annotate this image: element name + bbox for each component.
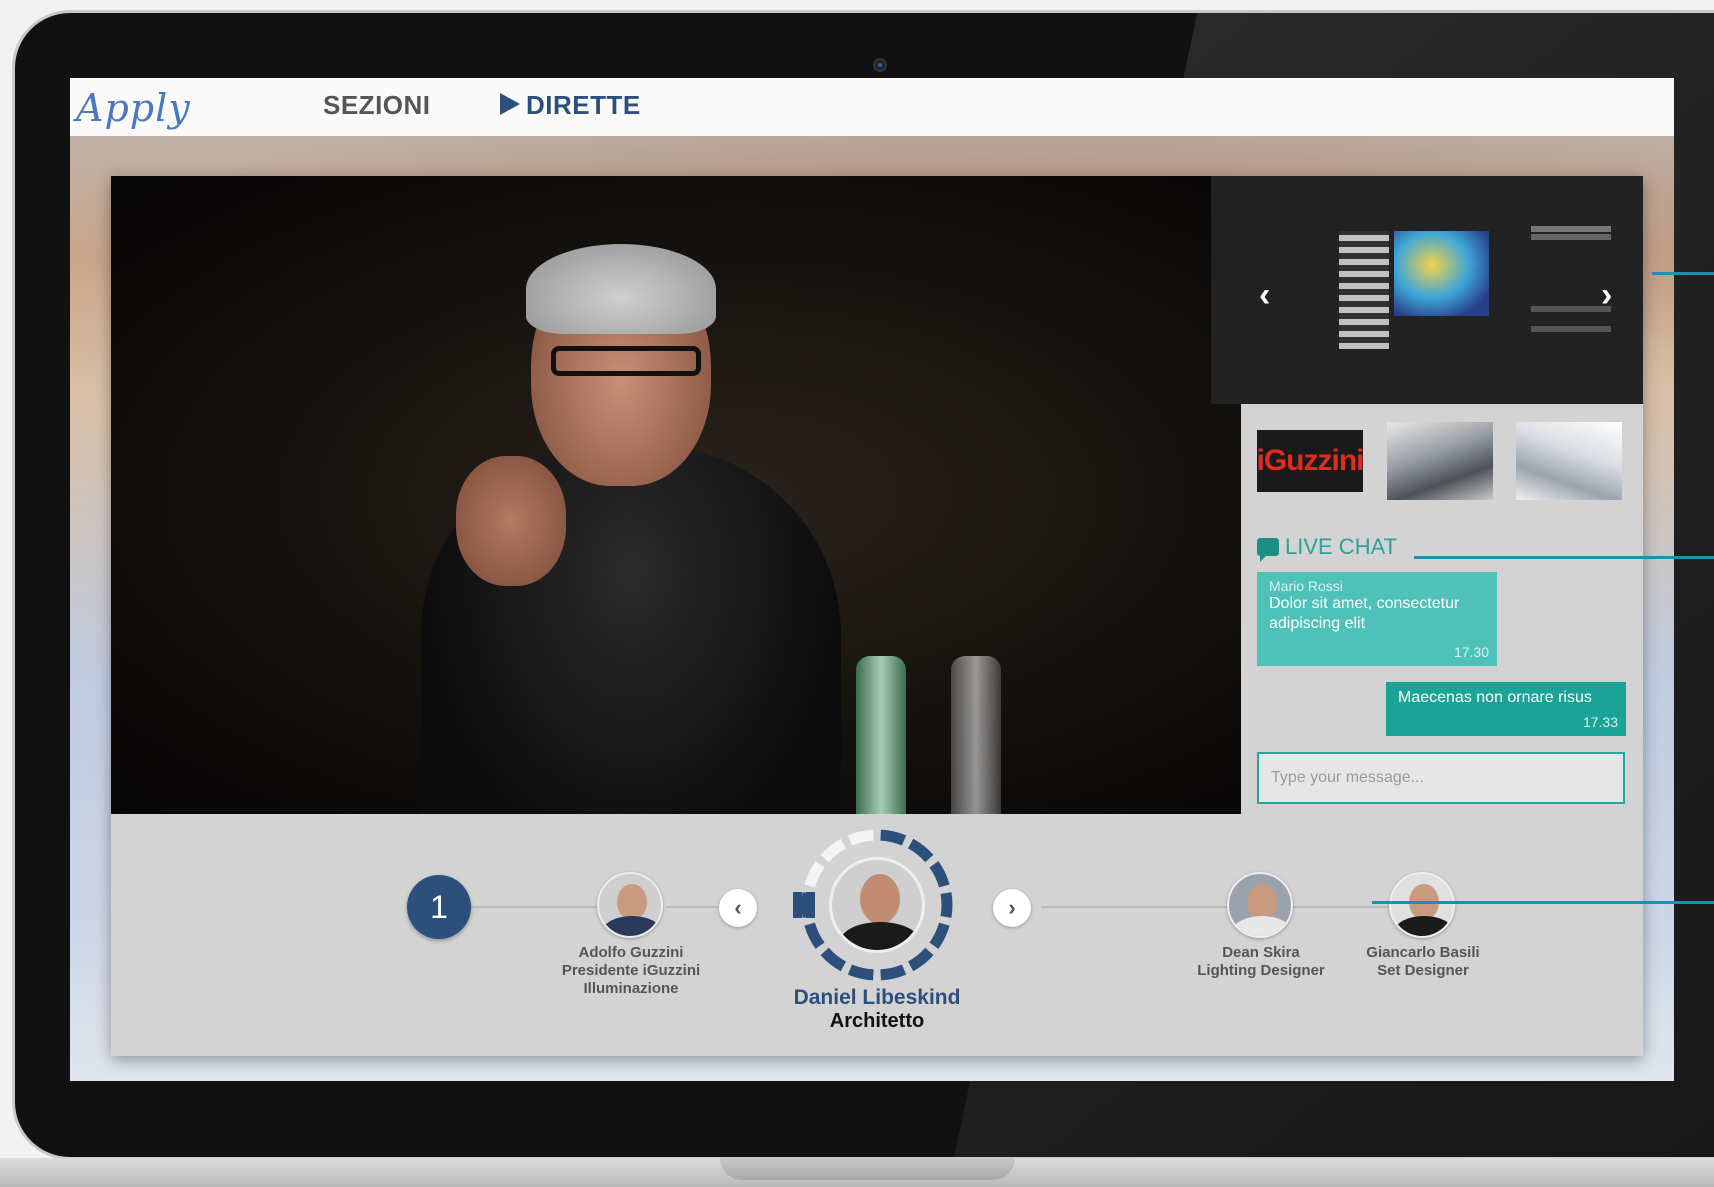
chat-message-incoming: Mario Rossi Dolor sit amet, consectetur … <box>1257 572 1497 666</box>
progress-segment <box>801 892 814 918</box>
speaker-hand <box>456 456 566 586</box>
progress-segment <box>880 964 907 981</box>
video-speaker-image <box>361 226 881 814</box>
live-panel: ‹ › iGuzzini LIVE CHAT Mario Rossi Dolor… <box>111 176 1643 1056</box>
sponsors-row: iGuzzini <box>1241 404 1643 524</box>
speaker-hair <box>526 244 716 334</box>
chat-header: LIVE CHAT <box>1257 534 1398 562</box>
step-badge: 1 <box>407 875 471 939</box>
progress-segment <box>820 947 847 972</box>
screen: Apply SEZIONI DIRETTE ‹ › iGuzzini LIVE … <box>70 78 1674 1081</box>
webcam-icon <box>873 58 887 72</box>
progress-segment <box>907 947 934 972</box>
speaker-name: Giancarlo Basili <box>1366 944 1480 961</box>
progress-segment <box>929 922 950 949</box>
chat-message-text: Dolor sit amet, consectetur adipiscing e… <box>1269 595 1460 632</box>
speaker-role: Presidente iGuzzini Illuminazione <box>561 962 701 997</box>
chevron-right-icon[interactable]: › <box>1601 276 1612 315</box>
avatar-face <box>860 874 900 924</box>
nav-dirette-label: DIRETTE <box>526 90 641 120</box>
water-bottle <box>951 656 1001 814</box>
avatar-face <box>1247 884 1277 920</box>
slide-3d-image <box>1394 231 1489 316</box>
progress-segment <box>847 964 874 981</box>
progress-segment <box>907 838 934 863</box>
laptop-notch <box>720 1158 1015 1180</box>
chat-message-text: Maecenas non ornare risus <box>1398 689 1592 706</box>
next-speaker-button[interactable]: › <box>993 889 1031 927</box>
timeline-line <box>1291 906 1401 908</box>
slide-thumbnail[interactable] <box>1339 231 1489 349</box>
chat-message-input[interactable] <box>1257 752 1625 804</box>
avatar[interactable] <box>597 872 663 938</box>
progress-segment <box>940 892 953 918</box>
avatar-shirt <box>603 916 661 936</box>
sponsor-iguzzini-logo[interactable]: iGuzzini <box>1257 430 1365 492</box>
callout-line <box>1372 901 1714 904</box>
speaker-label: Adolfo Guzzini Presidente iGuzzini Illum… <box>531 944 731 998</box>
water-bottle <box>856 656 906 814</box>
avatar-face <box>617 884 647 920</box>
chevron-left-icon[interactable]: ‹ <box>1259 276 1270 315</box>
timeline-line <box>666 906 726 908</box>
current-speaker-name: Daniel Libeskind <box>793 986 961 1009</box>
current-speaker-role: Architetto <box>829 1010 925 1032</box>
speaker-name: Adolfo Guzzini <box>578 944 684 961</box>
apply-logo[interactable]: Apply <box>76 86 191 130</box>
chat-bubble-icon <box>1257 538 1279 562</box>
slide-text-lines <box>1531 226 1611 232</box>
chat-title: LIVE CHAT <box>1285 534 1398 559</box>
progress-segment <box>929 861 950 888</box>
avatar-shirt <box>1233 916 1291 936</box>
slide-grid-image <box>1339 231 1389 349</box>
timeline-line <box>1041 906 1241 908</box>
progress-segment <box>820 838 847 863</box>
chat-message-author: Mario Rossi <box>1269 578 1343 594</box>
avatar-shirt <box>840 922 920 950</box>
previous-speaker-button[interactable]: ‹ <box>719 889 757 927</box>
sponsor-image[interactable] <box>1516 422 1622 500</box>
avatar[interactable] <box>1389 872 1455 938</box>
slides-carousel: ‹ › <box>1211 176 1643 404</box>
progress-segment <box>804 922 825 949</box>
avatar <box>829 857 925 953</box>
top-navbar: Apply SEZIONI DIRETTE <box>70 78 1674 136</box>
live-chat: LIVE CHAT Mario Rossi Dolor sit amet, co… <box>1241 524 1643 814</box>
speakers-timeline: 1 Adolfo Guzzini Presidente iGuzzini Ill… <box>111 814 1643 1056</box>
avatar[interactable] <box>1227 872 1293 938</box>
callout-line <box>1414 556 1714 559</box>
chat-message-time: 17.30 <box>1453 644 1489 660</box>
progress-segment <box>804 861 825 888</box>
video-player[interactable] <box>111 176 1241 814</box>
nav-dirette[interactable]: DIRETTE <box>500 90 641 121</box>
speaker-label: Giancarlo Basili Set Designer <box>1323 944 1523 980</box>
progress-segment <box>880 829 907 846</box>
nav-sezioni[interactable]: SEZIONI <box>323 90 431 121</box>
speaker-glasses <box>551 346 701 376</box>
progress-segment <box>847 829 874 846</box>
avatar-shirt <box>1395 916 1453 936</box>
play-icon <box>500 93 520 115</box>
current-speaker[interactable] <box>796 824 958 986</box>
chat-message-outgoing: Maecenas non ornare risus 17.33 <box>1386 682 1626 736</box>
chat-message-time: 17.33 <box>1582 714 1618 730</box>
callout-line <box>1652 272 1714 275</box>
sponsor-image[interactable] <box>1387 422 1493 500</box>
speaker-role: Set Designer <box>1377 962 1469 979</box>
